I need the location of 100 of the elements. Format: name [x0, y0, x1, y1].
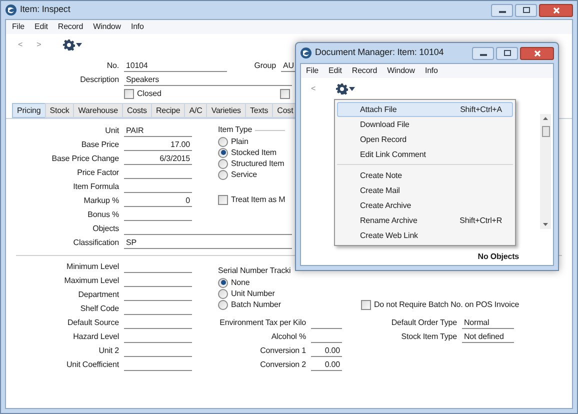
radio-button[interactable]: [218, 288, 228, 298]
scrollbar[interactable]: [540, 114, 551, 229]
caret-icon: [76, 43, 82, 47]
field-label: Base Price Change: [52, 153, 119, 165]
settings-menu-button[interactable]: [336, 83, 355, 95]
settings-icon: [336, 83, 348, 95]
field-label: No.: [106, 60, 119, 72]
field-label: Unit Coefficient: [66, 359, 119, 371]
radio-button[interactable]: [218, 136, 228, 146]
radio-label: Structured Item: [231, 158, 284, 170]
menu-option[interactable]: Edit Link Comment: [337, 147, 513, 162]
menu-item[interactable]: File: [12, 21, 24, 33]
tab[interactable]: Costs: [122, 103, 152, 118]
menu-option[interactable]: Create Web Link: [337, 228, 513, 243]
input-field[interactable]: 0: [124, 195, 192, 207]
maximize-button[interactable]: [515, 4, 537, 16]
input-field[interactable]: 17.00: [124, 139, 192, 151]
field-label: Environment Tax per Kilo: [220, 317, 306, 329]
field-label: Bonus %: [88, 209, 119, 221]
tab[interactable]: Texts: [244, 103, 274, 118]
group-title: Item Type: [218, 124, 252, 136]
input-field[interactable]: Speakers: [124, 74, 292, 86]
close-button[interactable]: [520, 46, 554, 60]
tab[interactable]: Varieties: [206, 103, 246, 118]
tab[interactable]: Warehouse: [73, 103, 123, 118]
field-label: Base Price: [81, 139, 119, 151]
input-field[interactable]: Normal: [462, 317, 514, 329]
menu-item[interactable]: Window: [387, 65, 415, 77]
radio-button[interactable]: [218, 148, 228, 158]
field-label: Unit: [105, 125, 119, 137]
checkbox[interactable]: [218, 195, 228, 205]
radio-button[interactable]: [218, 278, 228, 288]
menu-item[interactable]: File: [306, 65, 318, 77]
field-label: Item Formula: [73, 181, 119, 193]
checkbox-label: Closed: [137, 88, 162, 100]
menu-item[interactable]: Record: [58, 21, 84, 33]
tab[interactable]: Stock: [44, 103, 74, 118]
caret-icon: [348, 87, 355, 91]
field-label: Default Order Type: [391, 317, 457, 329]
checkbox[interactable]: [124, 89, 134, 99]
scroll-up-icon[interactable]: [543, 117, 548, 120]
menu-option[interactable]: Download File: [337, 117, 513, 132]
back-button[interactable]: <: [311, 83, 316, 95]
checkbox-label: Do not Require Batch No. on POS Invoice: [374, 299, 520, 311]
radio-button[interactable]: [218, 300, 228, 310]
input-field[interactable]: SP: [124, 237, 292, 249]
close-button[interactable]: [539, 4, 573, 16]
settings-menu-button[interactable]: [63, 39, 82, 51]
menu-option[interactable]: Create Archive: [337, 198, 513, 213]
radio-label: None: [231, 276, 250, 288]
menu-option[interactable]: Open Record: [337, 132, 513, 147]
window-title: Document Manager: Item: 10104: [315, 46, 445, 60]
field-label: Conversion 2: [260, 359, 306, 371]
input-field[interactable]: Not defined: [462, 331, 514, 343]
minimize-button[interactable]: [491, 4, 513, 16]
radio-button[interactable]: [218, 158, 228, 168]
menu-item[interactable]: Record: [352, 65, 378, 77]
field-label: Alcohol %: [271, 331, 306, 343]
scrollbar-thumb[interactable]: [542, 126, 550, 137]
input-field[interactable]: 0.00: [311, 345, 342, 357]
back-button[interactable]: <: [18, 39, 23, 51]
input-field[interactable]: 0.00: [311, 359, 342, 371]
menu-item[interactable]: Window: [93, 21, 121, 33]
status-text: No Objects: [478, 251, 519, 263]
field-label: Department: [78, 289, 119, 301]
menu-option[interactable]: Create Note: [337, 168, 513, 183]
minimize-button[interactable]: [472, 46, 494, 60]
menu-item[interactable]: Info: [424, 65, 438, 77]
input-field[interactable]: 10104: [124, 60, 227, 72]
menu-option[interactable]: Create Mail: [337, 183, 513, 198]
field-label: Price Factor: [77, 167, 119, 179]
menu-item[interactable]: Info: [130, 21, 144, 33]
checkbox[interactable]: [280, 89, 290, 99]
tab[interactable]: Recipe: [150, 103, 186, 118]
menu-item[interactable]: Edit: [328, 65, 342, 77]
field-label: Description: [80, 74, 119, 86]
maximize-button[interactable]: [496, 46, 518, 60]
field-label: Shelf Code: [80, 303, 119, 315]
scroll-down-icon[interactable]: [543, 223, 548, 226]
menu-option[interactable]: Attach File Shift+Ctrl+A: [337, 102, 513, 117]
field-label: Group: [254, 60, 276, 72]
settings-icon: [63, 39, 76, 51]
radio-label: Unit Number: [231, 288, 275, 300]
input-field[interactable]: PAIR: [124, 125, 192, 137]
field-label: Markup %: [84, 195, 119, 207]
forward-button[interactable]: >: [36, 39, 42, 51]
tab[interactable]: Pricing: [12, 103, 46, 118]
input-field[interactable]: 6/3/2015: [124, 153, 192, 165]
field-label: Minimum Level: [66, 261, 119, 273]
close-icon: [552, 6, 560, 14]
tab[interactable]: A/C: [184, 103, 208, 118]
app-logo-icon: [300, 47, 312, 59]
radio-label: Batch Number: [231, 298, 281, 310]
app-logo-icon: [5, 4, 17, 16]
radio-button[interactable]: [218, 170, 228, 180]
group-title: Serial Number Tracki: [218, 265, 291, 277]
checkbox[interactable]: [361, 300, 371, 310]
radio-label: Plain: [231, 136, 248, 148]
menu-item[interactable]: Edit: [34, 21, 48, 33]
menu-option[interactable]: Rename Archive Shift+Ctrl+R: [337, 213, 513, 228]
